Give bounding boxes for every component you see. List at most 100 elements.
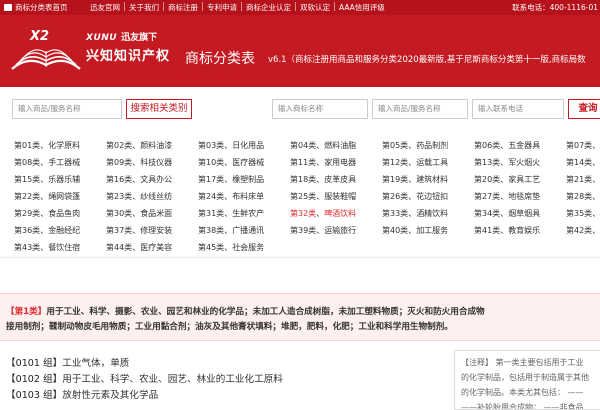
category-link[interactable]: 第11类、家用电器 (290, 157, 356, 168)
category-link[interactable]: 第34类、烟草烟具 (474, 208, 540, 219)
category-link[interactable]: 第07类、机械 (566, 140, 600, 151)
category-link[interactable]: 第32类、啤酒饮料 (290, 208, 356, 219)
category-name: 纱线丝纺 (140, 192, 173, 201)
category-number: 第33类 (382, 209, 409, 218)
category-number: 第24类 (198, 192, 225, 201)
category-number: 第08类 (14, 158, 41, 167)
category-link[interactable]: 第16类、文具办公 (106, 174, 172, 185)
category-number: 第26类 (382, 192, 409, 201)
query-button[interactable]: 查询 (568, 99, 600, 119)
category-link[interactable]: 第28类、玩具 (566, 191, 600, 202)
category-link[interactable]: 第22类、绳网袋篷 (14, 191, 80, 202)
category-link[interactable]: 第20类、家具工艺 (474, 174, 540, 185)
brand-cn: 兴知知识产权 (86, 49, 171, 64)
category-name: 服装鞋帽 (324, 192, 357, 201)
nav-link-credit[interactable]: AAA信用评级 (339, 2, 385, 13)
category-number: 第31类 (198, 209, 225, 218)
category-link[interactable]: 第17类、橡塑制品 (198, 174, 264, 185)
category-link[interactable]: 第41类、教育娱乐 (474, 225, 540, 236)
category-link[interactable]: 第14类、珠宝 (566, 157, 600, 168)
group-item[interactable]: 【0101 组】工业气体，单质 (6, 356, 446, 372)
category-link[interactable]: 第15类、乐器乐辅 (14, 174, 80, 185)
category-number: 第07类 (566, 141, 593, 150)
nav-link-trademark[interactable]: 商标注册 (168, 2, 198, 13)
trademark-name-input[interactable]: 输入商标名称 (272, 99, 368, 119)
group-item[interactable]: 【0102 组】用于工业、科学、农业、园艺、林业的工业化工原料 (6, 372, 446, 388)
phone-input[interactable]: 输入联系电话 (472, 99, 564, 119)
search-bar: 输入商品/服务名称 搜索相关类别 输入商标名称 输入商品/服务名称 输入联系电话… (0, 87, 600, 133)
category-link[interactable]: 第35类、广告 (566, 208, 600, 219)
category-number: 第44类 (106, 243, 133, 252)
category-link[interactable]: 第42类、科 (566, 225, 600, 236)
category-number: 第32类 (290, 209, 317, 218)
category-link[interactable]: 第02类、颜料油漆 (106, 140, 172, 151)
category-name: 皮革皮具 (324, 175, 357, 184)
category-link[interactable]: 第33类、酒精饮料 (382, 208, 448, 219)
nav-link-official-site[interactable]: 迅友官网 (90, 2, 120, 13)
category-link[interactable]: 第04类、燃料油脂 (290, 140, 356, 151)
category-link[interactable]: 第13类、军火烟火 (474, 157, 540, 168)
nav-link-patent[interactable]: 专利申请 (207, 2, 237, 13)
category-link[interactable]: 第19类、建筑材料 (382, 174, 448, 185)
class-description: 【第1类】用于工业、科学、摄影、农业、园艺和林业的化学品；未加工人造合成树脂，未… (0, 293, 600, 341)
category-number: 第14类 (566, 158, 593, 167)
category-name: 五金器具 (508, 141, 541, 150)
category-link[interactable]: 第25类、服装鞋帽 (290, 191, 356, 202)
category-link[interactable]: 第05类、药品制剂 (382, 140, 448, 151)
nav-link-enterprise[interactable]: 商标企业认定 (246, 2, 291, 13)
goods-name-input[interactable]: 输入商品/服务名称 (372, 99, 468, 119)
category-name: 建筑材料 (416, 175, 449, 184)
category-link[interactable]: 第21类、厨具 (566, 174, 600, 185)
category-link[interactable]: 第31类、生鲜农产 (198, 208, 264, 219)
category-link[interactable]: 第18类、皮革皮具 (290, 174, 356, 185)
site-header: X2 XUNU 迅友旗下 兴知知识产权 商标分类表 v6.1（商标注册用商品和服务… (0, 15, 600, 87)
category-name: 教育娱乐 (508, 226, 541, 235)
category-link[interactable]: 第24类、布料床单 (198, 191, 264, 202)
category-grid: 第01类、化学原料 第02类、颜料油漆 第03类、日化用品 第04类、燃料油脂 第05类… (0, 133, 600, 258)
category-link[interactable]: 第43类、餐饮住宿 (14, 242, 80, 253)
category-name: 烟草烟具 (508, 209, 541, 218)
category-name: 医疗器械 (232, 158, 265, 167)
description-line-2: 接用制剂；鞣制动物皮毛用物质；工业用黏合剂；油灰及其他膏状填料；堆肥，肥料，化肥… (6, 322, 453, 332)
category-link[interactable]: 第26类、花边钮扣 (382, 191, 448, 202)
category-link[interactable]: 第12类、运载工具 (382, 157, 448, 168)
nav-link-software[interactable]: 双软认定 (300, 2, 330, 13)
category-name: 食品米面 (140, 209, 173, 218)
home-link[interactable]: 商标分类表首页 (0, 2, 90, 13)
category-link[interactable]: 第44类、医疗美容 (106, 242, 172, 253)
category-link[interactable]: 第09类、科技仪器 (106, 157, 172, 168)
category-name: 广播通讯 (232, 226, 265, 235)
page-subtitle: v6.1（商标注册用商品和服务分类2020最新版,基于尼斯商标分类第十一版,商标… (268, 55, 586, 65)
note-line-2: 的化学制品，包括用于制造属于其他 (461, 373, 589, 382)
category-link[interactable]: 第29类、食品鱼肉 (14, 208, 80, 219)
category-link[interactable]: 第23类、纱线丝纺 (106, 191, 172, 202)
category-link[interactable]: 第37类、修理安装 (106, 225, 172, 236)
category-link[interactable]: 第27类、地毯席垫 (474, 191, 540, 202)
nav-link-about[interactable]: 关于我们 (129, 2, 159, 13)
book-logo-icon[interactable]: X2 (8, 25, 84, 79)
category-name: 燃料油脂 (324, 141, 357, 150)
category-link[interactable]: 第40类、加工服务 (382, 225, 448, 236)
category-link[interactable]: 第45类、社会服务 (198, 242, 264, 253)
search-category-button[interactable]: 搜索相关类别 (126, 99, 192, 119)
category-number: 第10类 (198, 158, 225, 167)
category-link[interactable]: 第10类、医疗器械 (198, 157, 264, 168)
category-link[interactable]: 第03类、日化用品 (198, 140, 264, 151)
category-link[interactable]: 第30类、食品米面 (106, 208, 172, 219)
top-nav: 迅友官网 关于我们 商标注册 专利申请 商标企业认定 双软认定 AAA信用评级 (90, 2, 385, 13)
category-link[interactable]: 第36类、金融经纪 (14, 225, 80, 236)
category-number: 第42类 (566, 226, 593, 235)
group-item[interactable]: 【0103 组】放射性元素及其化学品 (6, 388, 446, 404)
category-link[interactable]: 第08类、手工器械 (14, 157, 80, 168)
nav-divider (163, 2, 164, 11)
category-number: 第11类 (290, 158, 317, 167)
nav-divider (202, 2, 203, 11)
category-link[interactable]: 第06类、五金器具 (474, 140, 540, 151)
goods-search-input[interactable]: 输入商品/服务名称 (12, 99, 122, 119)
category-link[interactable]: 第38类、广播通讯 (198, 225, 264, 236)
category-name: 橡塑制品 (232, 175, 265, 184)
category-link[interactable]: 第01类、化学原料 (14, 140, 80, 151)
category-link[interactable]: 第39类、运输旅行 (290, 225, 356, 236)
category-number: 第21类 (566, 175, 593, 184)
group-code: 【0102 组】 (6, 374, 63, 385)
